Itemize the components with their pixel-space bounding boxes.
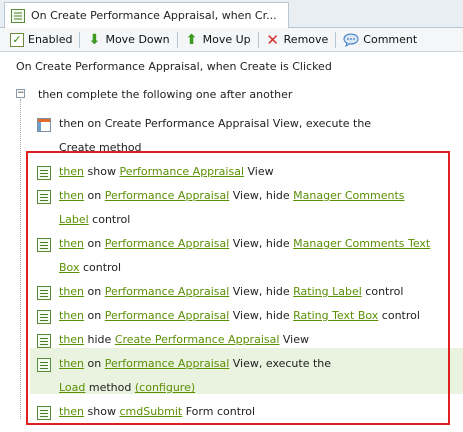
remove-label: Remove (283, 33, 329, 46)
view-icon (37, 118, 51, 132)
tab-label: On Create Performance Appraisal, when Cr… (31, 9, 277, 22)
toolbar-separator (79, 31, 81, 48)
toolbar: ✓ Enabled ⬇ Move Down ⬆ Move Up ✕ Remove… (0, 28, 463, 52)
toolbar-separator (176, 31, 178, 48)
remove-button[interactable]: ✕ Remove (262, 30, 333, 50)
collapse-toggle-icon[interactable]: − (16, 89, 25, 98)
move-down-label: Move Down (105, 33, 170, 46)
rule-title: On Create Performance Appraisal, when Cr… (16, 60, 332, 73)
arrow-up-icon: ⬆ (185, 31, 198, 48)
move-down-button[interactable]: ⬇ Move Down (83, 30, 173, 50)
checkbox-checked-icon: ✓ (10, 32, 24, 47)
move-up-label: Move Up (202, 33, 251, 46)
arrow-down-icon: ⬇ (88, 31, 101, 48)
remove-x-icon: ✕ (266, 30, 279, 49)
comment-bubble-icon (343, 33, 359, 47)
annotation-red-box (26, 151, 450, 425)
tree-connector (20, 99, 21, 419)
rule-tab-icon (11, 8, 25, 23)
tab-strip: On Create Performance Appraisal, when Cr… (0, 0, 463, 28)
rule-tab[interactable]: On Create Performance Appraisal, when Cr… (4, 2, 289, 28)
comment-button[interactable]: Comment (339, 30, 421, 50)
toolbar-separator (335, 31, 337, 48)
move-up-button[interactable]: ⬆ Move Up (181, 30, 255, 50)
enabled-label: Enabled (28, 33, 73, 46)
toolbar-separator (257, 31, 259, 48)
group-heading: then complete the following one after an… (38, 88, 293, 101)
enabled-checkbox[interactable]: ✓ Enabled (6, 30, 76, 50)
comment-label: Comment (363, 33, 418, 46)
